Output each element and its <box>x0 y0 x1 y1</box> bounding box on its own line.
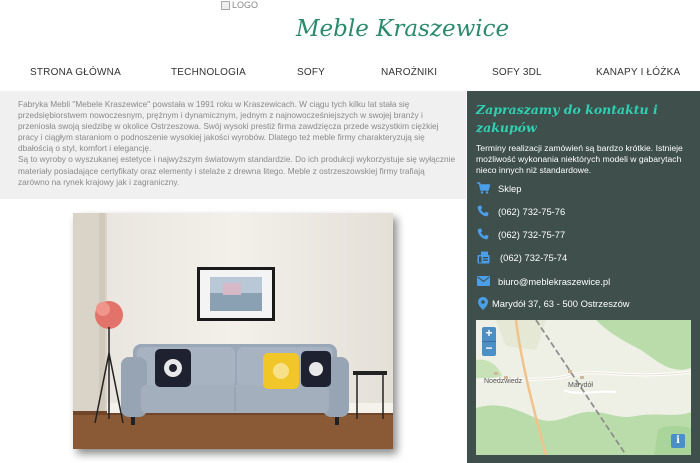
map-label-noedzwiedz: Noedzwiedz <box>484 378 523 385</box>
location-map[interactable]: Noedzwiedz Marydół + − i <box>476 320 691 455</box>
nav-item-sofy-3dl[interactable]: SOFY 3DL <box>492 67 542 78</box>
map-zoom-in-button[interactable]: + <box>482 327 496 341</box>
phone-icon <box>476 227 490 241</box>
contact-email-row: biuro@meblekraszewice.pl <box>476 274 610 288</box>
contact-description: Terminy realizacji zamówień są bardzo kr… <box>476 143 683 175</box>
nav-item-narozniki[interactable]: NAROŻNIKI <box>381 67 437 78</box>
nav-item-kanapy-i-lozka[interactable]: KANAPY I ŁÓŻKA <box>596 67 680 78</box>
map-zoom-out-button[interactable]: − <box>482 342 496 356</box>
site-title: Meble Kraszewice <box>296 16 510 42</box>
logo: LOGO <box>221 0 258 10</box>
contact-shop-label: Sklep <box>498 182 522 194</box>
contact-address-row: Marydół 37, 63 - 500 Ostrzeszów <box>476 296 630 310</box>
map-zoom-control: + − <box>482 327 496 356</box>
intro-text-block: Fabryka Mebli "Mebele Kraszewice" powsta… <box>0 91 466 199</box>
fax-icon <box>476 250 490 264</box>
contact-phone-1-row: (062) 732-75-76 <box>476 204 565 218</box>
envelope-icon <box>476 274 490 288</box>
intro-paragraph-2: Są to wyroby o wyszukanej estetyce i naj… <box>18 154 456 187</box>
map-pin-icon <box>476 296 490 310</box>
nav-item-technologia[interactable]: TECHNOLOGIA <box>171 67 246 78</box>
contact-shop-row: Sklep <box>476 181 521 195</box>
contact-phone-2[interactable]: (062) 732-75-77 <box>498 229 565 240</box>
main-nav: STRONA GŁÓWNA TECHNOLOGIA SOFY NAROŻNIKI… <box>0 67 700 83</box>
contact-title: Zapraszamy do kontaktu i zakupów <box>476 102 658 135</box>
intro-paragraph-1: Fabryka Mebli "Mebele Kraszewice" powsta… <box>18 99 439 154</box>
nav-item-sofy[interactable]: SOFY <box>297 67 325 78</box>
contact-fax-row: (062) 732-75-74 <box>476 250 567 264</box>
contact-address: Marydół 37, 63 - 500 Ostrzeszów <box>492 297 630 309</box>
sofa-photo <box>73 213 393 449</box>
contact-email[interactable]: biuro@meblekraszewice.pl <box>498 276 610 287</box>
map-info-button[interactable]: i <box>671 434 685 448</box>
map-label-marydol: Marydół <box>568 382 593 389</box>
nav-item-strona-glowna[interactable]: STRONA GŁÓWNA <box>30 67 121 78</box>
broken-image-icon <box>221 0 230 10</box>
contact-phone-2-row: (062) 732-75-77 <box>476 227 565 241</box>
contact-phone-1[interactable]: (062) 732-75-76 <box>498 206 565 217</box>
logo-alt-text: LOGO <box>232 0 259 10</box>
phone-icon <box>476 204 490 218</box>
contact-fax[interactable]: (062) 732-75-74 <box>500 252 567 263</box>
cart-icon <box>476 181 490 195</box>
